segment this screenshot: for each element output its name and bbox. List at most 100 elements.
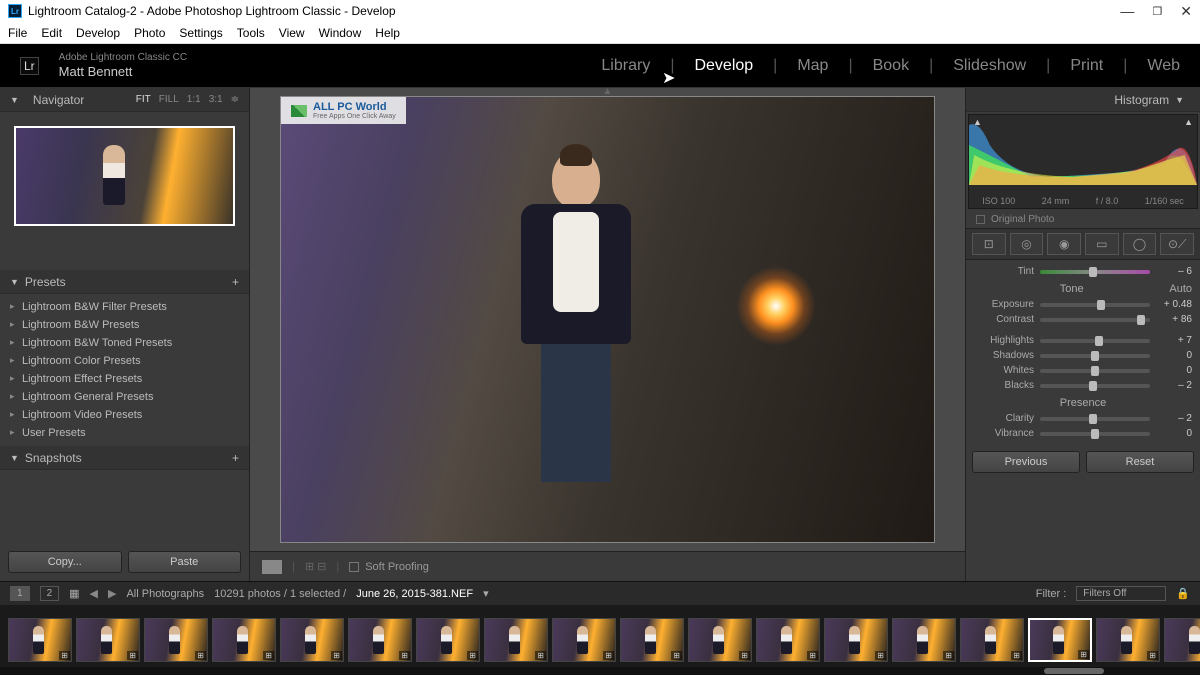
filter-dropdown[interactable]: Filters Off <box>1076 586 1166 601</box>
previous-button[interactable]: Previous <box>972 451 1080 473</box>
snapshots-header[interactable]: ▼ Snapshots + <box>0 446 249 470</box>
filmstrip-thumb[interactable]: ⊞ <box>212 618 276 662</box>
radial-tool-icon[interactable]: ◯ <box>1123 233 1157 255</box>
add-preset-icon[interactable]: + <box>232 275 239 289</box>
filmstrip-thumb[interactable]: ⊞ <box>1164 618 1200 662</box>
contrast-slider[interactable] <box>1040 318 1150 322</box>
maximize-button[interactable]: ❐ <box>1152 5 1162 18</box>
whites-slider[interactable] <box>1040 369 1150 373</box>
filmstrip-thumb[interactable]: ⊞ <box>416 618 480 662</box>
preset-folder[interactable]: User Presets <box>0 424 249 442</box>
menu-help[interactable]: Help <box>375 26 400 40</box>
grid-view-icon[interactable]: ▦ <box>69 587 79 600</box>
module-library[interactable]: Library <box>601 57 650 75</box>
chevron-down-icon: ▼ <box>10 277 19 287</box>
shadows-slider[interactable] <box>1040 354 1150 358</box>
module-print[interactable]: Print <box>1070 57 1103 75</box>
before-after-icon[interactable]: ⊞ ⊟ <box>305 560 327 573</box>
module-web[interactable]: Web <box>1147 57 1180 75</box>
filmstrip-thumb[interactable]: ⊞ <box>8 618 72 662</box>
filmstrip-scrollbar[interactable] <box>0 667 1200 675</box>
auto-tone-button[interactable]: Auto <box>1169 283 1192 295</box>
preset-folder[interactable]: Lightroom B&W Presets <box>0 316 249 334</box>
filmstrip-thumb[interactable]: ⊞ <box>824 618 888 662</box>
vibrance-slider[interactable] <box>1040 432 1150 436</box>
menu-edit[interactable]: Edit <box>41 26 62 40</box>
brush-tool-icon[interactable]: ⊙⟋ <box>1160 233 1194 255</box>
preset-folder[interactable]: Lightroom Video Presets <box>0 406 249 424</box>
menu-window[interactable]: Window <box>319 26 362 40</box>
spot-tool-icon[interactable]: ◎ <box>1010 233 1044 255</box>
crop-tool-icon[interactable]: ⊡ <box>972 233 1006 255</box>
loupe-view-icon[interactable] <box>262 560 282 574</box>
preset-folder[interactable]: Lightroom B&W Toned Presets <box>0 334 249 352</box>
exposure-slider[interactable] <box>1040 303 1150 307</box>
preset-folder[interactable]: Lightroom General Presets <box>0 388 249 406</box>
filmstrip-thumb[interactable]: ⊞ <box>1028 618 1092 662</box>
histogram-header[interactable]: Histogram ▼ <box>966 88 1200 112</box>
zoom-3-1[interactable]: 3:1 <box>209 94 223 105</box>
filmstrip-thumb[interactable]: ⊞ <box>756 618 820 662</box>
module-slideshow[interactable]: Slideshow <box>953 57 1026 75</box>
copy-button[interactable]: Copy... <box>8 551 122 573</box>
source-label[interactable]: All Photographs <box>126 588 204 600</box>
filmstrip-thumb[interactable]: ⊞ <box>1096 618 1160 662</box>
zoom-menu-icon[interactable]: ≑ <box>231 94 239 105</box>
filter-lock-icon[interactable]: 🔒 <box>1176 587 1190 600</box>
module-map[interactable]: Map <box>797 57 828 75</box>
clip-shadows-icon[interactable]: ▲ <box>973 117 982 127</box>
menu-settings[interactable]: Settings <box>179 26 222 40</box>
filmstrip-thumb[interactable]: ⊞ <box>484 618 548 662</box>
histogram-display[interactable]: ▲ ▲ ISO 100 24 mm f / 8.0 1/160 sec <box>968 114 1198 209</box>
monitor-2[interactable]: 2 <box>40 586 60 601</box>
filmstrip-thumb[interactable]: ⊞ <box>892 618 956 662</box>
blacks-slider[interactable] <box>1040 384 1150 388</box>
menu-view[interactable]: View <box>279 26 305 40</box>
filmstrip-bar: 1 2 ▦ ◀ ▶ All Photographs 10291 photos /… <box>0 581 1200 605</box>
paste-button[interactable]: Paste <box>128 551 242 573</box>
filmstrip-thumb[interactable]: ⊞ <box>144 618 208 662</box>
module-book[interactable]: Book <box>873 57 909 75</box>
navigator-header[interactable]: ▼ Navigator FIT FILL 1:1 3:1 ≑ <box>0 88 249 112</box>
prev-photo-icon[interactable]: ◀ <box>90 587 98 600</box>
preset-folder[interactable]: Lightroom Effect Presets <box>0 370 249 388</box>
filmstrip-thumb[interactable]: ⊞ <box>688 618 752 662</box>
main-photo-view[interactable]: ALL PC World Free Apps One Click Away <box>280 96 935 543</box>
gradient-tool-icon[interactable]: ▭ <box>1085 233 1119 255</box>
filmstrip-thumb[interactable]: ⊞ <box>960 618 1024 662</box>
menu-photo[interactable]: Photo <box>134 26 165 40</box>
navigator-preview[interactable] <box>0 112 249 240</box>
filmstrip-thumb[interactable]: ⊞ <box>280 618 344 662</box>
snapshots-title: Snapshots <box>25 451 82 465</box>
clip-highlights-icon[interactable]: ▲ <box>1184 117 1193 127</box>
filmstrip-thumb[interactable]: ⊞ <box>76 618 140 662</box>
zoom-fill[interactable]: FILL <box>159 94 179 105</box>
tint-slider[interactable] <box>1040 270 1150 274</box>
zoom-1-1[interactable]: 1:1 <box>187 94 201 105</box>
monitor-1[interactable]: 1 <box>10 586 30 601</box>
filmstrip[interactable]: ⊞⊞⊞⊞⊞⊞⊞⊞⊞⊞⊞⊞⊞⊞⊞⊞⊞⊞ <box>0 605 1200 675</box>
close-button[interactable]: ✕ <box>1180 3 1192 20</box>
preset-folder[interactable]: Lightroom B&W Filter Presets <box>0 298 249 316</box>
original-photo-toggle[interactable]: Original Photo <box>966 211 1200 228</box>
clarity-slider[interactable] <box>1040 417 1150 421</box>
redeye-tool-icon[interactable]: ◉ <box>1047 233 1081 255</box>
menu-tools[interactable]: Tools <box>237 26 265 40</box>
next-photo-icon[interactable]: ▶ <box>108 587 116 600</box>
menu-develop[interactable]: Develop <box>76 26 120 40</box>
filmstrip-thumb[interactable]: ⊞ <box>348 618 412 662</box>
presets-header[interactable]: ▼ Presets + <box>0 270 249 294</box>
minimize-button[interactable]: — <box>1120 3 1134 19</box>
preset-folder[interactable]: Lightroom Color Presets <box>0 352 249 370</box>
soft-proofing-checkbox[interactable] <box>349 562 359 572</box>
filmstrip-thumb[interactable]: ⊞ <box>552 618 616 662</box>
menu-file[interactable]: File <box>8 26 27 40</box>
filmstrip-thumb[interactable]: ⊞ <box>620 618 684 662</box>
add-snapshot-icon[interactable]: + <box>232 451 239 465</box>
window-title: Lightroom Catalog-2 - Adobe Photoshop Li… <box>28 4 1120 18</box>
module-develop[interactable]: Develop <box>694 57 753 75</box>
highlights-slider[interactable] <box>1040 339 1150 343</box>
zoom-fit[interactable]: FIT <box>136 94 151 105</box>
reset-button[interactable]: Reset <box>1086 451 1194 473</box>
filename-menu-icon[interactable]: ▾ <box>483 587 489 600</box>
